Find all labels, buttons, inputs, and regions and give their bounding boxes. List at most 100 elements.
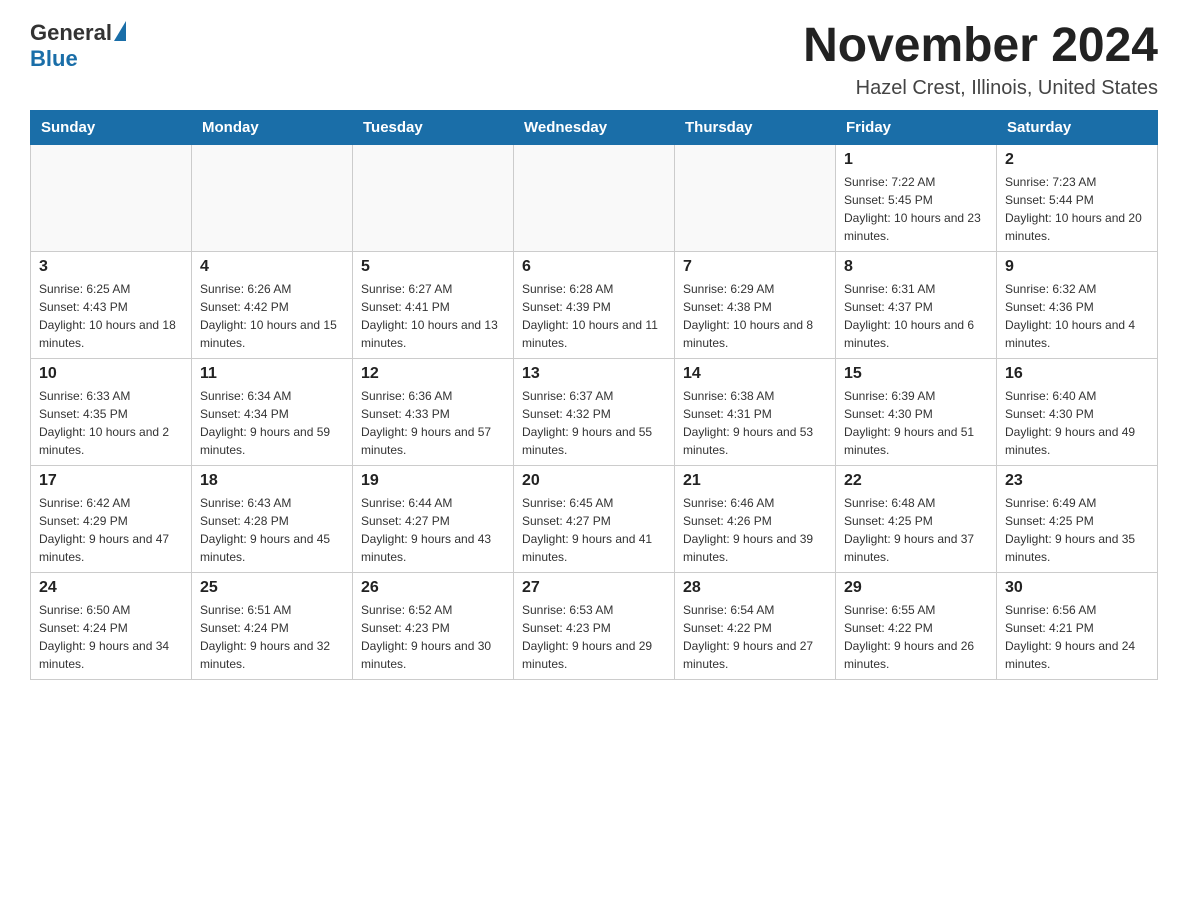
day-info: Sunrise: 6:33 AM Sunset: 4:35 PM Dayligh… — [39, 387, 183, 459]
header-monday: Monday — [192, 110, 353, 144]
day-info: Sunrise: 6:51 AM Sunset: 4:24 PM Dayligh… — [200, 601, 344, 673]
calendar-cell: 11 Sunrise: 6:34 AM Sunset: 4:34 PM Dayli… — [192, 358, 353, 465]
day-info: Sunrise: 6:28 AM Sunset: 4:39 PM Dayligh… — [522, 280, 666, 352]
header-tuesday: Tuesday — [353, 110, 514, 144]
calendar-cell: 22 Sunrise: 6:48 AM Sunset: 4:25 PM Dayli… — [836, 465, 997, 572]
day-number: 30 — [1005, 579, 1149, 597]
calendar-cell: 13 Sunrise: 6:37 AM Sunset: 4:32 PM Dayli… — [514, 358, 675, 465]
day-number: 24 — [39, 579, 183, 597]
week-row-1: 1 Sunrise: 7:22 AM Sunset: 5:45 PM Daylig… — [31, 144, 1158, 251]
day-info: Sunrise: 6:26 AM Sunset: 4:42 PM Dayligh… — [200, 280, 344, 352]
day-number: 14 — [683, 365, 827, 383]
day-info: Sunrise: 6:49 AM Sunset: 4:25 PM Dayligh… — [1005, 494, 1149, 566]
calendar-cell: 2Sunrise: 7:23 AM Sunset: 5:44 PM Daylig… — [997, 144, 1158, 251]
calendar-cell: 23Sunrise: 6:49 AM Sunset: 4:25 PM Dayli… — [997, 465, 1158, 572]
day-number: 1 — [844, 151, 988, 169]
header-wednesday: Wednesday — [514, 110, 675, 144]
calendar-cell: 17 Sunrise: 6:42 AM Sunset: 4:29 PM Dayli… — [31, 465, 192, 572]
day-number: 28 — [683, 579, 827, 597]
day-info: Sunrise: 6:50 AM Sunset: 4:24 PM Dayligh… — [39, 601, 183, 673]
day-info: Sunrise: 6:39 AM Sunset: 4:30 PM Dayligh… — [844, 387, 988, 459]
calendar-cell — [31, 144, 192, 251]
day-info: Sunrise: 6:44 AM Sunset: 4:27 PM Dayligh… — [361, 494, 505, 566]
calendar-cell: 7Sunrise: 6:29 AM Sunset: 4:38 PM Daylig… — [675, 251, 836, 358]
calendar-cell: 30 Sunrise: 6:56 AM Sunset: 4:21 PM Dayli… — [997, 572, 1158, 679]
calendar-cell: 18Sunrise: 6:43 AM Sunset: 4:28 PM Dayli… — [192, 465, 353, 572]
calendar-cell: 10 Sunrise: 6:33 AM Sunset: 4:35 PM Dayli… — [31, 358, 192, 465]
logo-text-blue: Blue — [30, 46, 78, 71]
calendar-cell: 24 Sunrise: 6:50 AM Sunset: 4:24 PM Dayli… — [31, 572, 192, 679]
day-number: 5 — [361, 258, 505, 276]
calendar-table: Sunday Monday Tuesday Wednesday Thursday… — [30, 110, 1158, 680]
title-block: November 2024 Hazel Crest, Illinois, Uni… — [803, 20, 1158, 100]
day-info: Sunrise: 6:46 AM Sunset: 4:26 PM Dayligh… — [683, 494, 827, 566]
day-info: Sunrise: 6:37 AM Sunset: 4:32 PM Dayligh… — [522, 387, 666, 459]
day-info: Sunrise: 6:48 AM Sunset: 4:25 PM Dayligh… — [844, 494, 988, 566]
day-number: 12 — [361, 365, 505, 383]
day-info: Sunrise: 6:53 AM Sunset: 4:23 PM Dayligh… — [522, 601, 666, 673]
day-number: 25 — [200, 579, 344, 597]
day-number: 9 — [1005, 258, 1149, 276]
day-number: 10 — [39, 365, 183, 383]
day-info: Sunrise: 6:34 AM Sunset: 4:34 PM Dayligh… — [200, 387, 344, 459]
calendar-cell: 29 Sunrise: 6:55 AM Sunset: 4:22 PM Dayli… — [836, 572, 997, 679]
month-year-title: November 2024 — [803, 20, 1158, 73]
day-number: 4 — [200, 258, 344, 276]
calendar-cell: 1 Sunrise: 7:22 AM Sunset: 5:45 PM Daylig… — [836, 144, 997, 251]
day-info: Sunrise: 6:31 AM Sunset: 4:37 PM Dayligh… — [844, 280, 988, 352]
calendar-cell: 19 Sunrise: 6:44 AM Sunset: 4:27 PM Dayli… — [353, 465, 514, 572]
week-row-2: 3 Sunrise: 6:25 AM Sunset: 4:43 PM Daylig… — [31, 251, 1158, 358]
calendar-cell — [353, 144, 514, 251]
calendar-cell: 3 Sunrise: 6:25 AM Sunset: 4:43 PM Daylig… — [31, 251, 192, 358]
day-info: Sunrise: 6:38 AM Sunset: 4:31 PM Dayligh… — [683, 387, 827, 459]
day-number: 27 — [522, 579, 666, 597]
header-saturday: Saturday — [997, 110, 1158, 144]
day-number: 15 — [844, 365, 988, 383]
day-info: Sunrise: 6:52 AM Sunset: 4:23 PM Dayligh… — [361, 601, 505, 673]
day-number: 16 — [1005, 365, 1149, 383]
day-number: 3 — [39, 258, 183, 276]
calendar-cell: 16Sunrise: 6:40 AM Sunset: 4:30 PM Dayli… — [997, 358, 1158, 465]
day-info: Sunrise: 6:45 AM Sunset: 4:27 PM Dayligh… — [522, 494, 666, 566]
calendar-cell — [514, 144, 675, 251]
day-info: Sunrise: 7:22 AM Sunset: 5:45 PM Dayligh… — [844, 173, 988, 245]
day-info: Sunrise: 6:54 AM Sunset: 4:22 PM Dayligh… — [683, 601, 827, 673]
calendar-cell: 27 Sunrise: 6:53 AM Sunset: 4:23 PM Dayli… — [514, 572, 675, 679]
calendar-cell: 6 Sunrise: 6:28 AM Sunset: 4:39 PM Daylig… — [514, 251, 675, 358]
day-number: 8 — [844, 258, 988, 276]
day-info: Sunrise: 6:42 AM Sunset: 4:29 PM Dayligh… — [39, 494, 183, 566]
week-row-4: 17 Sunrise: 6:42 AM Sunset: 4:29 PM Dayli… — [31, 465, 1158, 572]
day-info: Sunrise: 6:25 AM Sunset: 4:43 PM Dayligh… — [39, 280, 183, 352]
header-sunday: Sunday — [31, 110, 192, 144]
header-thursday: Thursday — [675, 110, 836, 144]
day-number: 19 — [361, 472, 505, 490]
calendar-cell: 12Sunrise: 6:36 AM Sunset: 4:33 PM Dayli… — [353, 358, 514, 465]
calendar-cell: 14 Sunrise: 6:38 AM Sunset: 4:31 PM Dayli… — [675, 358, 836, 465]
day-number: 29 — [844, 579, 988, 597]
calendar-cell: 15 Sunrise: 6:39 AM Sunset: 4:30 PM Dayli… — [836, 358, 997, 465]
day-number: 22 — [844, 472, 988, 490]
day-number: 26 — [361, 579, 505, 597]
logo: General Blue — [30, 20, 126, 72]
day-number: 20 — [522, 472, 666, 490]
calendar-cell: 21Sunrise: 6:46 AM Sunset: 4:26 PM Dayli… — [675, 465, 836, 572]
day-number: 11 — [200, 365, 344, 383]
day-number: 2 — [1005, 151, 1149, 169]
calendar-cell: 4 Sunrise: 6:26 AM Sunset: 4:42 PM Daylig… — [192, 251, 353, 358]
week-row-5: 24 Sunrise: 6:50 AM Sunset: 4:24 PM Dayli… — [31, 572, 1158, 679]
calendar-cell — [192, 144, 353, 251]
day-info: Sunrise: 6:56 AM Sunset: 4:21 PM Dayligh… — [1005, 601, 1149, 673]
day-info: Sunrise: 6:55 AM Sunset: 4:22 PM Dayligh… — [844, 601, 988, 673]
calendar-cell: 20 Sunrise: 6:45 AM Sunset: 4:27 PM Dayli… — [514, 465, 675, 572]
day-number: 17 — [39, 472, 183, 490]
calendar-cell: 25 Sunrise: 6:51 AM Sunset: 4:24 PM Dayli… — [192, 572, 353, 679]
logo-triangle-icon — [114, 21, 126, 41]
location-subtitle: Hazel Crest, Illinois, United States — [803, 77, 1158, 100]
week-row-3: 10 Sunrise: 6:33 AM Sunset: 4:35 PM Dayli… — [31, 358, 1158, 465]
day-info: Sunrise: 6:43 AM Sunset: 4:28 PM Dayligh… — [200, 494, 344, 566]
day-number: 13 — [522, 365, 666, 383]
calendar-cell — [675, 144, 836, 251]
header-friday: Friday — [836, 110, 997, 144]
day-number: 6 — [522, 258, 666, 276]
day-info: Sunrise: 6:27 AM Sunset: 4:41 PM Dayligh… — [361, 280, 505, 352]
